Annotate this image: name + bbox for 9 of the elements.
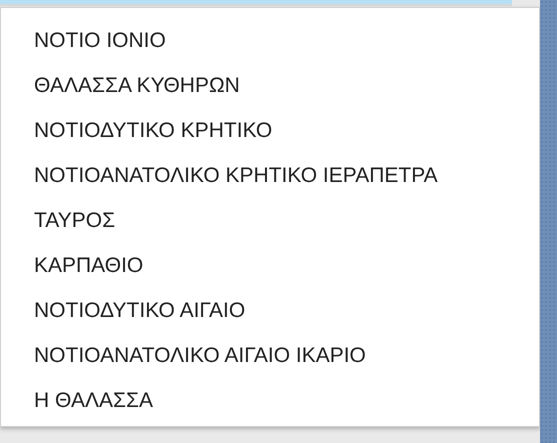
dropdown-option[interactable]: ΝΟΤΙΟΑΝΑΤΟΛΙΚΟ ΑΙΓΑΙΟ ΙΚΑΡΙΟ (34, 333, 539, 378)
dropdown-option[interactable]: ΚΑΡΠΑΘΙΟ (34, 243, 539, 288)
dropdown-option[interactable]: ΝΟΤΙΟΔΥΤΙΚΟ ΑΙΓΑΙΟ (34, 288, 539, 333)
dropdown-option[interactable]: ΝΟΤΙΟ ΙΟΝΙΟ (34, 18, 539, 63)
dropdown-option[interactable]: Η ΘΑΛΑΣΣΑ (34, 378, 539, 423)
dropdown-option[interactable]: ΝΟΤΙΟΔΥΤΙΚΟ ΚΡΗΤΙΚΟ (34, 108, 539, 153)
dropdown-option[interactable]: ΝΟΤΙΟΑΝΑΤΟΛΙΚΟ ΚΡΗΤΙΚΟ ΙΕΡΑΠΕΤΡΑ (34, 153, 539, 198)
dropdown-option[interactable]: ΤΑΥΡΟΣ (34, 198, 539, 243)
dropdown-option[interactable]: ΘΑΛΑΣΣΑ ΚΥΘΗΡΩΝ (34, 63, 539, 108)
